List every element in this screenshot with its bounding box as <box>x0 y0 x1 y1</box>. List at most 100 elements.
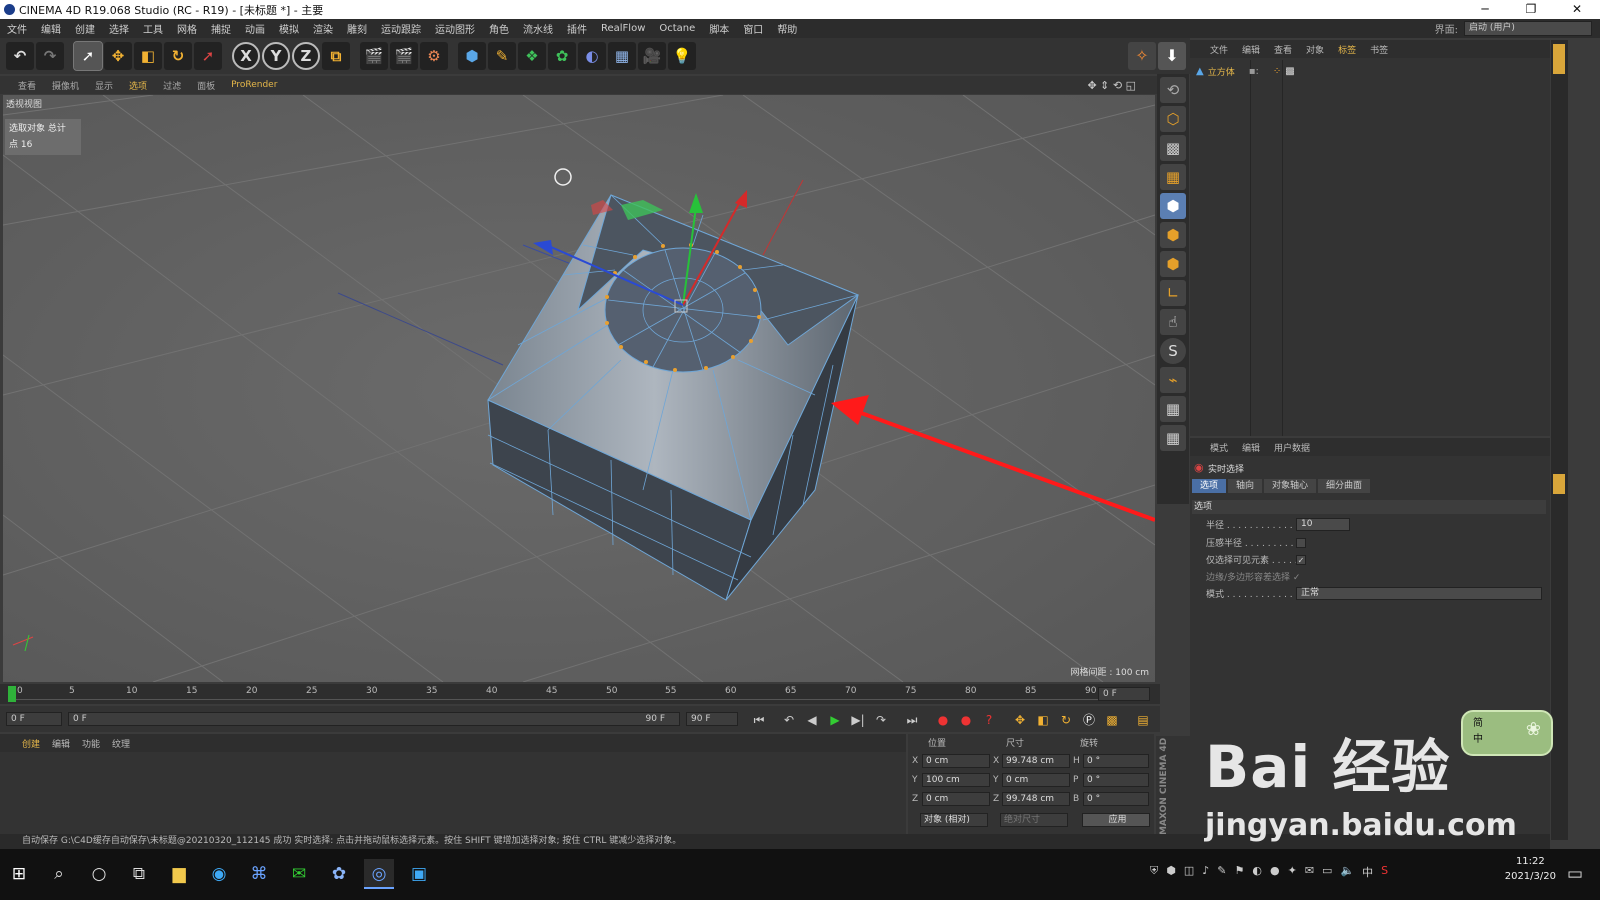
tab-object-axis[interactable]: 对象轴心 <box>1264 479 1317 493</box>
points-mode-icon[interactable]: ⬢ <box>1160 193 1186 219</box>
start-frame-field[interactable]: 0 F <box>6 712 62 726</box>
om-menu-edit[interactable]: 编辑 <box>1242 43 1260 56</box>
attr-menu-userdata[interactable]: 用户数据 <box>1274 441 1310 454</box>
prev-key-icon[interactable]: ↶ <box>780 711 798 729</box>
viewport-menu-panel[interactable]: 面板 <box>197 79 215 92</box>
om-menu-tags[interactable]: 标签 <box>1338 43 1356 56</box>
mode-dropdown[interactable]: 正常 <box>1296 587 1542 600</box>
menu-render[interactable]: 渲染 <box>306 21 340 36</box>
y-axis-lock-button[interactable]: Y <box>262 42 290 70</box>
z-axis-lock-button[interactable]: Z <box>292 42 320 70</box>
layout-dropdown[interactable]: 启动 (用户) <box>1464 21 1592 36</box>
keyframe-selection-icon[interactable]: ? <box>980 711 998 729</box>
undo-button[interactable]: ↶ <box>6 42 34 70</box>
pressure-radius-checkbox[interactable] <box>1296 537 1306 548</box>
pen-spline-icon[interactable]: ✎ <box>488 42 516 70</box>
mic-icon[interactable]: ♪ <box>1202 864 1209 880</box>
z-size-field[interactable]: 99.748 cm <box>1002 792 1070 806</box>
playhead[interactable] <box>8 686 16 702</box>
viewport-menu-display[interactable]: 显示 <box>95 79 113 92</box>
attr-menu-mode[interactable]: 模式 <box>1210 441 1228 454</box>
clock[interactable]: 11:22 2021/3/20 <box>1505 854 1556 884</box>
close-button[interactable]: ✕ <box>1554 0 1600 19</box>
notification-icon[interactable]: ▭ <box>1560 859 1590 889</box>
goto-start-icon[interactable]: ⏮ <box>750 711 768 729</box>
cloner-icon[interactable]: ✿ <box>548 42 576 70</box>
menu-tools[interactable]: 工具 <box>136 21 170 36</box>
p-rotation-field[interactable]: 0 ° <box>1083 773 1149 787</box>
mat-menu-edit[interactable]: 编辑 <box>52 737 70 750</box>
current-frame-field[interactable]: 0 F <box>1098 687 1150 701</box>
lock-workplane-icon[interactable]: ▦ <box>1160 396 1186 422</box>
rotate-icon[interactable]: ↻ <box>164 42 192 70</box>
menu-script[interactable]: 脚本 <box>702 21 736 36</box>
tab-options[interactable]: 选项 <box>1192 479 1227 493</box>
wechat-icon[interactable]: ✉ <box>284 859 314 889</box>
key-scale-icon[interactable]: ◧ <box>1034 711 1052 729</box>
coord-mode-dropdown[interactable]: 对象 (相对) <box>920 813 988 827</box>
live-selection-icon[interactable]: ➚ <box>73 41 103 71</box>
redo-button[interactable]: ↷ <box>36 42 64 70</box>
browser-icon[interactable]: ◉ <box>204 859 234 889</box>
menu-mograph[interactable]: 运动图形 <box>428 21 482 36</box>
viewport-menu-options[interactable]: 选项 <box>129 79 147 92</box>
subdivision-surface-icon[interactable]: ❖ <box>518 42 546 70</box>
solo-mode-icon[interactable]: S <box>1160 338 1186 364</box>
axis-mode-icon[interactable]: ∟ <box>1160 280 1186 306</box>
x-size-field[interactable]: 99.748 cm <box>1002 754 1070 768</box>
menu-file[interactable]: 文件 <box>0 21 34 36</box>
mat-menu-texture[interactable]: 纹理 <box>112 737 130 750</box>
mat-menu-function[interactable]: 功能 <box>82 737 100 750</box>
edge-tolerance-label[interactable]: 边缘/多边形容差选择 ✓ <box>1206 570 1300 583</box>
menu-select[interactable]: 选择 <box>102 21 136 36</box>
menu-snap[interactable]: 捕捉 <box>204 21 238 36</box>
task-view-icon[interactable]: ⧉ <box>124 859 154 889</box>
key-pla-icon[interactable]: ▩ <box>1103 711 1121 729</box>
baidu-icon[interactable]: ✿ <box>324 859 354 889</box>
tray-app-icon[interactable]: ⚑ <box>1235 864 1245 880</box>
sogou-icon[interactable]: S <box>1381 864 1388 880</box>
menu-realflow[interactable]: RealFlow <box>594 23 652 34</box>
restore-button[interactable]: ❐ <box>1508 0 1554 19</box>
menu-animate[interactable]: 动画 <box>238 21 272 36</box>
cinema4d-taskbar-icon[interactable]: ◎ <box>364 859 394 889</box>
key-position-icon[interactable]: ✥ <box>1011 711 1029 729</box>
record-icon[interactable]: ● <box>934 711 952 729</box>
search-icon[interactable]: ⌕ <box>44 859 74 889</box>
menu-simulate[interactable]: 模拟 <box>272 21 306 36</box>
planar-workplane-icon[interactable]: ▦ <box>1160 425 1186 451</box>
h-rotation-field[interactable]: 0 ° <box>1083 754 1149 768</box>
coordinate-system-icon[interactable]: ⧉ <box>322 42 350 70</box>
object-tab-handle[interactable] <box>1553 44 1565 74</box>
wechat-tray-icon[interactable]: ✉ <box>1305 864 1314 880</box>
tray-app-icon[interactable]: ✎ <box>1217 864 1226 880</box>
om-menu-bookmarks[interactable]: 书签 <box>1370 43 1388 56</box>
tweak-mode-icon[interactable]: ☝ <box>1160 309 1186 335</box>
attr-menu-edit[interactable]: 编辑 <box>1242 441 1260 454</box>
viewport-menu-filter[interactable]: 过滤 <box>163 79 181 92</box>
x-position-field[interactable]: 0 cm <box>922 754 990 768</box>
visible-only-checkbox[interactable]: ✓ <box>1296 554 1306 565</box>
material-tag-icon[interactable]: ▩ <box>1285 66 1294 77</box>
tray-app-icon[interactable]: ◐ <box>1252 864 1262 880</box>
snap-mode-icon[interactable]: ⌁ <box>1160 367 1186 393</box>
viewport-menu-prorender[interactable]: ProRender <box>231 80 277 90</box>
network-icon[interactable]: ▭ <box>1322 864 1332 880</box>
ime-indicator[interactable]: 中 <box>1362 864 1373 880</box>
volume-icon[interactable]: 🔈 <box>1340 864 1354 880</box>
tab-subdivision[interactable]: 细分曲面 <box>1318 479 1371 493</box>
snap-icon[interactable]: ✧ <box>1128 42 1156 70</box>
menu-create[interactable]: 创建 <box>68 21 102 36</box>
om-menu-view[interactable]: 查看 <box>1274 43 1292 56</box>
object-row-cube[interactable]: ▲ 立方体 ▪: ⁘ ▩ <box>1190 64 1550 78</box>
y-size-field[interactable]: 0 cm <box>1002 773 1070 787</box>
cortana-icon[interactable]: ○ <box>84 859 114 889</box>
menu-octane[interactable]: Octane <box>652 23 702 34</box>
floor-icon[interactable]: ▦ <box>608 42 636 70</box>
menu-edit[interactable]: 编辑 <box>34 21 68 36</box>
tray-app-icon[interactable]: ⬢ <box>1166 864 1176 880</box>
app-icon[interactable]: ⌘ <box>244 859 274 889</box>
x-axis-lock-button[interactable]: X <box>232 42 260 70</box>
screenshot-tool-icon[interactable]: ▣ <box>404 859 434 889</box>
viewport-menu-camera[interactable]: 摄像机 <box>52 79 79 92</box>
